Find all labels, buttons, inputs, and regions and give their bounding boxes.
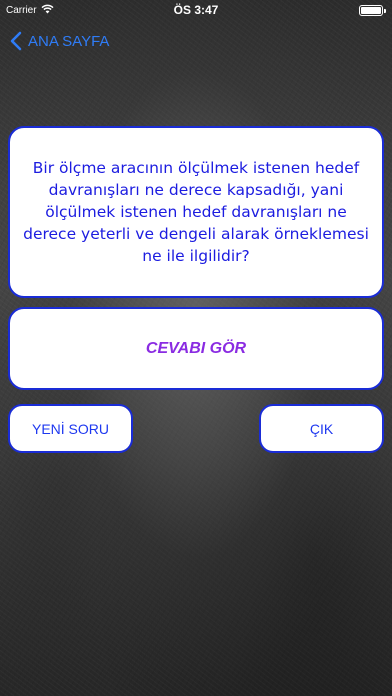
back-button-label: ANA SAYFA — [28, 32, 110, 50]
new-question-label: YENİ SORU — [31, 420, 109, 437]
reveal-answer-label: CEVABI GÖR — [145, 339, 247, 357]
chevron-left-icon — [10, 31, 22, 51]
battery-icon — [359, 5, 386, 16]
back-button[interactable]: ANA SAYFA — [10, 30, 109, 52]
question-card: Bir ölçme aracının ölçülmek istenen hede… — [8, 126, 384, 298]
exit-button[interactable]: ÇIK — [259, 404, 384, 453]
reveal-answer-button[interactable]: CEVABI GÖR — [8, 307, 384, 390]
exit-label: ÇIK — [309, 420, 334, 437]
new-question-button[interactable]: YENİ SORU — [8, 404, 133, 453]
status-bar: Carrier ÖS 3:47 — [0, 0, 392, 20]
question-text: Bir ölçme aracının ölçülmek istenen hede… — [23, 159, 369, 265]
status-time: ÖS 3:47 — [173, 3, 219, 17]
